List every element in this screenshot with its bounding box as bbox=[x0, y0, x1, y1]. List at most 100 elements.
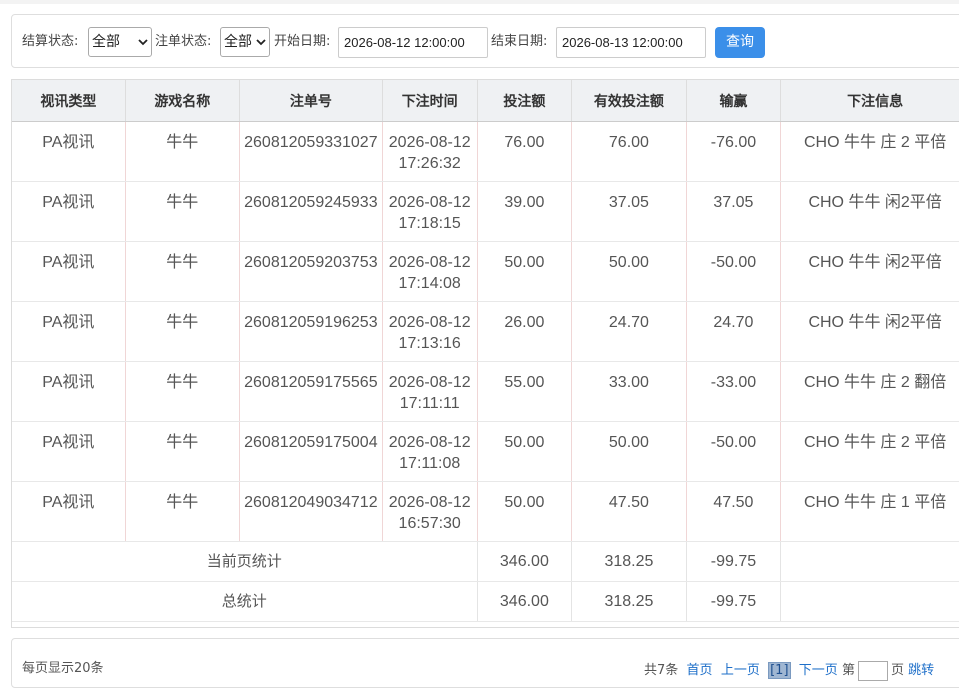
page-summary-label: 当前页统计 bbox=[12, 541, 478, 582]
col-header-type: 视讯类型 bbox=[12, 80, 126, 122]
query-button[interactable]: 查询 bbox=[715, 27, 765, 58]
col-header-winloss: 输赢 bbox=[686, 80, 782, 122]
cell-game: 牛牛 bbox=[125, 361, 240, 422]
bet-status-label: 注单状态: bbox=[155, 34, 212, 49]
cell-valid: 50.00 bbox=[571, 421, 687, 482]
page-prefix: 第 bbox=[841, 663, 855, 678]
jump-link[interactable]: 跳转 bbox=[908, 663, 934, 678]
cell-winloss: 24.70 bbox=[686, 301, 782, 362]
end-date-label: 结束日期: bbox=[491, 34, 548, 49]
cell-type: PA视讯 bbox=[12, 301, 126, 362]
cell-game: 牛牛 bbox=[125, 181, 240, 242]
cell-winloss: -76.00 bbox=[686, 121, 782, 182]
total-summary-valid: 318.25 bbox=[571, 581, 687, 622]
col-header-info: 下注信息 bbox=[780, 80, 959, 122]
total-summary-row: 总统计 346.00 318.25 -99.75 bbox=[12, 581, 959, 622]
cell-time: 2026-08-12 16:57:30 bbox=[382, 481, 478, 542]
cell-info: CHO 牛牛 闲2平倍 bbox=[780, 241, 959, 302]
total-count: 共7条 bbox=[644, 663, 679, 678]
cell-game: 牛牛 bbox=[125, 301, 240, 362]
table-row: PA视讯 牛牛 260812049034712 2026-08-12 16:57:… bbox=[12, 481, 959, 542]
table-row: PA视讯 牛牛 260812059331027 2026-08-12 17:26:… bbox=[12, 121, 959, 182]
cell-order: 260812059203753 bbox=[239, 241, 383, 302]
cell-order: 260812059175004 bbox=[239, 421, 383, 482]
col-header-valid: 有效投注额 bbox=[571, 80, 687, 122]
table-row: PA视讯 牛牛 260812059245933 2026-08-12 17:18:… bbox=[12, 181, 959, 242]
chevron-down-icon bbox=[138, 39, 148, 46]
cell-valid: 50.00 bbox=[571, 241, 687, 302]
prev-page-link[interactable]: 上一页 bbox=[721, 663, 760, 678]
cell-game: 牛牛 bbox=[125, 421, 240, 482]
filter-bar: 结算状态: 全部 注单状态: 全部 开始日期: 2026-08-12 12:00… bbox=[11, 14, 959, 68]
cell-valid: 24.70 bbox=[571, 301, 687, 362]
cell-bet: 50.00 bbox=[477, 241, 573, 302]
settle-status-select[interactable]: 全部 bbox=[88, 27, 152, 57]
current-page[interactable]: [1] bbox=[768, 662, 791, 679]
cell-time: 2026-08-12 17:11:11 bbox=[382, 361, 478, 422]
cell-bet: 76.00 bbox=[477, 121, 573, 182]
cell-bet: 50.00 bbox=[477, 481, 573, 542]
col-header-game: 游戏名称 bbox=[125, 80, 240, 122]
first-page-link[interactable]: 首页 bbox=[687, 663, 713, 678]
table-row: PA视讯 牛牛 260812059175004 2026-08-12 17:11:… bbox=[12, 421, 959, 482]
cell-game: 牛牛 bbox=[125, 121, 240, 182]
per-page-text: 每页显示20条 bbox=[22, 661, 104, 676]
page-summary-winloss: -99.75 bbox=[686, 541, 782, 582]
cell-time: 2026-08-12 17:13:16 bbox=[382, 301, 478, 362]
next-page-link[interactable]: 下一页 bbox=[799, 663, 838, 678]
cell-order: 260812059175565 bbox=[239, 361, 383, 422]
cell-info: CHO 牛牛 庄 2 平倍 bbox=[780, 421, 959, 482]
start-date-label: 开始日期: bbox=[274, 34, 331, 49]
cell-winloss: -50.00 bbox=[686, 421, 782, 482]
cell-type: PA视讯 bbox=[12, 421, 126, 482]
table-row: PA视讯 牛牛 260812059175565 2026-08-12 17:11:… bbox=[12, 361, 959, 422]
cell-type: PA视讯 bbox=[12, 481, 126, 542]
cell-valid: 37.05 bbox=[571, 181, 687, 242]
cell-winloss: 37.05 bbox=[686, 181, 782, 242]
cell-order: 260812059196253 bbox=[239, 301, 383, 362]
col-header-time: 下注时间 bbox=[382, 80, 478, 122]
cell-winloss: 47.50 bbox=[686, 481, 782, 542]
bet-table-container: 视讯类型 游戏名称 注单号 下注时间 投注额 有效投注额 输赢 下注信息 PA视… bbox=[11, 79, 959, 628]
total-summary-winloss: -99.75 bbox=[686, 581, 782, 622]
total-summary-empty bbox=[780, 581, 959, 622]
cell-info: CHO 牛牛 闲2平倍 bbox=[780, 181, 959, 242]
cell-order: 260812049034712 bbox=[239, 481, 383, 542]
cell-order: 260812059331027 bbox=[239, 121, 383, 182]
pagination-controls: 共7条 首页 上一页 [1] 下一页 第 页 跳转 bbox=[644, 659, 934, 681]
table-row: PA视讯 牛牛 260812059196253 2026-08-12 17:13:… bbox=[12, 301, 959, 362]
cell-time: 2026-08-12 17:26:32 bbox=[382, 121, 478, 182]
bet-table: 视讯类型 游戏名称 注单号 下注时间 投注额 有效投注额 输赢 下注信息 PA视… bbox=[12, 80, 959, 622]
cell-info: CHO 牛牛 闲2平倍 bbox=[780, 301, 959, 362]
cell-valid: 47.50 bbox=[571, 481, 687, 542]
page-suffix: 页 bbox=[890, 663, 904, 678]
cell-time: 2026-08-12 17:11:08 bbox=[382, 421, 478, 482]
page-summary-valid: 318.25 bbox=[571, 541, 687, 582]
settle-status-label: 结算状态: bbox=[22, 34, 79, 49]
end-date-input[interactable]: 2026-08-13 12:00:00 bbox=[556, 27, 706, 58]
cell-info: CHO 牛牛 庄 2 翻倍 bbox=[780, 361, 959, 422]
cell-bet: 55.00 bbox=[477, 361, 573, 422]
pagination-bar: 每页显示20条 共7条 首页 上一页 [1] 下一页 第 页 跳转 bbox=[11, 638, 959, 688]
total-summary-label: 总统计 bbox=[12, 581, 478, 622]
cell-winloss: -50.00 bbox=[686, 241, 782, 302]
cell-bet: 26.00 bbox=[477, 301, 573, 362]
bet-status-select[interactable]: 全部 bbox=[220, 27, 270, 57]
cell-info: CHO 牛牛 庄 2 平倍 bbox=[780, 121, 959, 182]
cell-type: PA视讯 bbox=[12, 121, 126, 182]
cell-valid: 76.00 bbox=[571, 121, 687, 182]
page-summary-bet: 346.00 bbox=[477, 541, 573, 582]
cell-info: CHO 牛牛 庄 1 平倍 bbox=[780, 481, 959, 542]
page-summary-empty bbox=[780, 541, 959, 582]
cell-order: 260812059245933 bbox=[239, 181, 383, 242]
chevron-down-icon bbox=[256, 39, 266, 46]
total-summary-bet: 346.00 bbox=[477, 581, 573, 622]
start-date-input[interactable]: 2026-08-12 12:00:00 bbox=[338, 27, 488, 58]
page-jump-input[interactable] bbox=[857, 660, 888, 681]
cell-valid: 33.00 bbox=[571, 361, 687, 422]
page-summary-row: 当前页统计 346.00 318.25 -99.75 bbox=[12, 541, 959, 582]
col-header-order: 注单号 bbox=[239, 80, 383, 122]
col-header-bet: 投注额 bbox=[477, 80, 573, 122]
top-strip bbox=[0, 0, 959, 4]
cell-type: PA视讯 bbox=[12, 361, 126, 422]
